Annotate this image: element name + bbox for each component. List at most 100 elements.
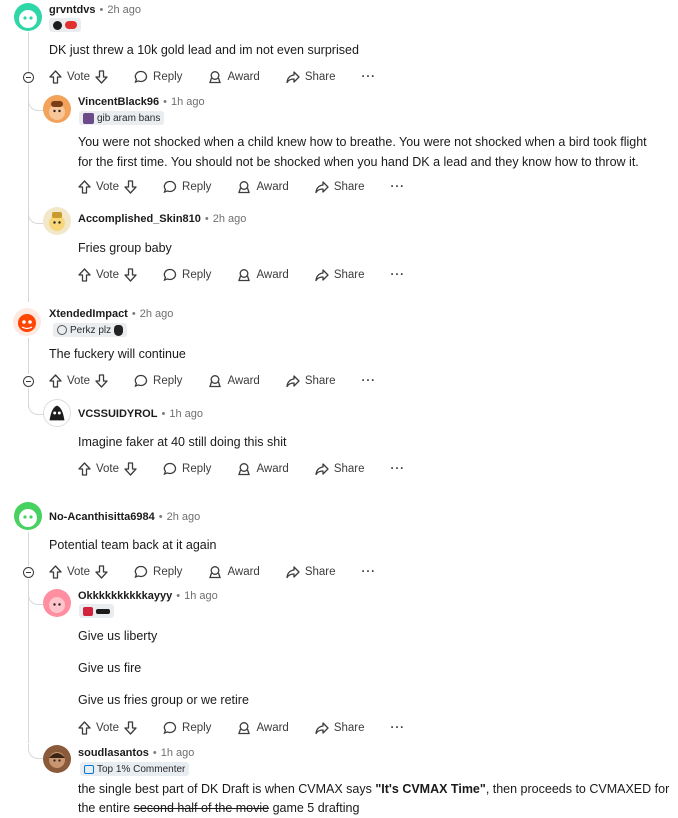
- timestamp: 1h ago: [184, 590, 218, 602]
- timestamp: 1h ago: [160, 747, 195, 759]
- more-options-button[interactable]: ···: [391, 181, 406, 193]
- vote-label: Vote: [67, 566, 91, 578]
- vote-button[interactable]: Vote: [49, 374, 108, 388]
- upvote-icon[interactable]: [78, 180, 91, 194]
- vote-label: Vote: [67, 375, 91, 387]
- award-button[interactable]: Award: [208, 374, 260, 388]
- collapse-thread-button[interactable]: [23, 72, 34, 83]
- share-button[interactable]: Share: [286, 374, 336, 388]
- vote-button[interactable]: Vote: [49, 565, 108, 579]
- comment-meta: VCSSUIDYROL • 1h ago: [78, 408, 203, 420]
- award-button[interactable]: Award: [208, 70, 260, 84]
- award-button[interactable]: Award: [237, 268, 289, 282]
- comment-line: the single best part of DK Draft is when…: [78, 780, 669, 799]
- vote-button[interactable]: Vote: [49, 70, 108, 84]
- reply-button[interactable]: Reply: [134, 374, 182, 388]
- author-name[interactable]: VincentBlack96: [78, 96, 159, 108]
- vote-button[interactable]: Vote: [78, 462, 137, 476]
- thread-line[interactable]: [28, 338, 29, 374]
- reply-button[interactable]: Reply: [163, 721, 211, 735]
- award-button[interactable]: Award: [237, 180, 289, 194]
- award-button[interactable]: Award: [237, 721, 289, 735]
- upvote-icon[interactable]: [78, 721, 91, 735]
- share-icon: [286, 566, 300, 579]
- bold-quote: "It's CVMAX Time": [375, 782, 486, 796]
- share-button[interactable]: Share: [315, 268, 365, 282]
- more-options-button[interactable]: ···: [362, 71, 377, 83]
- more-options-button[interactable]: ···: [391, 463, 406, 475]
- vote-button[interactable]: Vote: [78, 721, 137, 735]
- thread-line[interactable]: [28, 32, 29, 74]
- author-name[interactable]: XtendedImpact: [49, 308, 128, 320]
- collapse-thread-button[interactable]: [23, 376, 34, 387]
- reply-button[interactable]: Reply: [163, 180, 211, 194]
- vote-button[interactable]: Vote: [78, 268, 137, 282]
- downvote-icon[interactable]: [124, 268, 137, 282]
- upvote-icon[interactable]: [49, 374, 62, 388]
- downvote-icon[interactable]: [124, 721, 137, 735]
- award-button[interactable]: Award: [237, 462, 289, 476]
- strikethrough-text: second half of the movie: [133, 801, 270, 815]
- share-button[interactable]: Share: [315, 721, 365, 735]
- avatar[interactable]: [14, 502, 42, 530]
- share-label: Share: [333, 463, 365, 475]
- thread-line[interactable]: [28, 579, 29, 743]
- author-name[interactable]: VCSSUIDYROL: [78, 408, 157, 420]
- reply-button[interactable]: Reply: [163, 462, 211, 476]
- thread-line[interactable]: [28, 532, 29, 566]
- upvote-icon[interactable]: [49, 70, 62, 84]
- downvote-icon[interactable]: [124, 180, 137, 194]
- author-name[interactable]: Accomplished_Skin810: [78, 213, 201, 225]
- share-button[interactable]: Share: [315, 180, 365, 194]
- award-label: Award: [227, 71, 260, 83]
- reply-icon: [163, 268, 177, 282]
- avatar[interactable]: [43, 399, 71, 427]
- downvote-icon[interactable]: [95, 374, 108, 388]
- share-icon: [315, 269, 329, 282]
- comment-line: the entire second half of the movie game…: [78, 799, 669, 818]
- reply-button[interactable]: Reply: [134, 70, 182, 84]
- award-icon: [238, 181, 251, 194]
- avatar[interactable]: [13, 308, 41, 336]
- upvote-icon[interactable]: [78, 462, 91, 476]
- award-button[interactable]: Award: [208, 565, 260, 579]
- avatar[interactable]: [43, 745, 71, 773]
- collapse-thread-button[interactable]: [23, 567, 34, 578]
- downvote-icon[interactable]: [124, 462, 137, 476]
- more-options-button[interactable]: ···: [391, 722, 406, 734]
- share-button[interactable]: Share: [286, 70, 336, 84]
- award-label: Award: [256, 269, 289, 281]
- avatar[interactable]: [43, 207, 71, 235]
- avatar[interactable]: [14, 3, 42, 31]
- downvote-icon[interactable]: [95, 565, 108, 579]
- share-icon: [315, 463, 329, 476]
- author-name[interactable]: soudlasantos: [78, 747, 149, 759]
- author-name[interactable]: No-Acanthisitta6984: [49, 511, 155, 523]
- thread-line[interactable]: [28, 84, 29, 302]
- share-button[interactable]: Share: [286, 565, 336, 579]
- share-button[interactable]: Share: [315, 462, 365, 476]
- vote-button[interactable]: Vote: [78, 180, 137, 194]
- avatar[interactable]: [43, 95, 71, 123]
- reply-button[interactable]: Reply: [163, 268, 211, 282]
- comment-meta: soudlasantos • 1h ago: [78, 747, 194, 759]
- vote-label: Vote: [96, 269, 120, 281]
- downvote-icon[interactable]: [95, 70, 108, 84]
- comment-meta: No-Acanthisitta6984 • 2h ago: [49, 511, 200, 523]
- separator-dot: •: [131, 308, 136, 320]
- share-icon: [286, 375, 300, 388]
- reply-icon: [163, 180, 177, 194]
- reply-icon: [163, 721, 177, 735]
- user-flair: [49, 18, 81, 32]
- author-name[interactable]: Okkkkkkkkkkayyy: [78, 590, 172, 602]
- upvote-icon[interactable]: [78, 268, 91, 282]
- more-options-button[interactable]: ···: [391, 269, 406, 281]
- upvote-icon[interactable]: [49, 565, 62, 579]
- avatar[interactable]: [43, 589, 71, 617]
- reply-label: Reply: [153, 566, 183, 578]
- more-options-button[interactable]: ···: [362, 375, 377, 387]
- more-options-button[interactable]: ···: [362, 566, 377, 578]
- author-name[interactable]: grvntdvs: [49, 4, 95, 16]
- reply-button[interactable]: Reply: [134, 565, 182, 579]
- award-label: Award: [227, 566, 260, 578]
